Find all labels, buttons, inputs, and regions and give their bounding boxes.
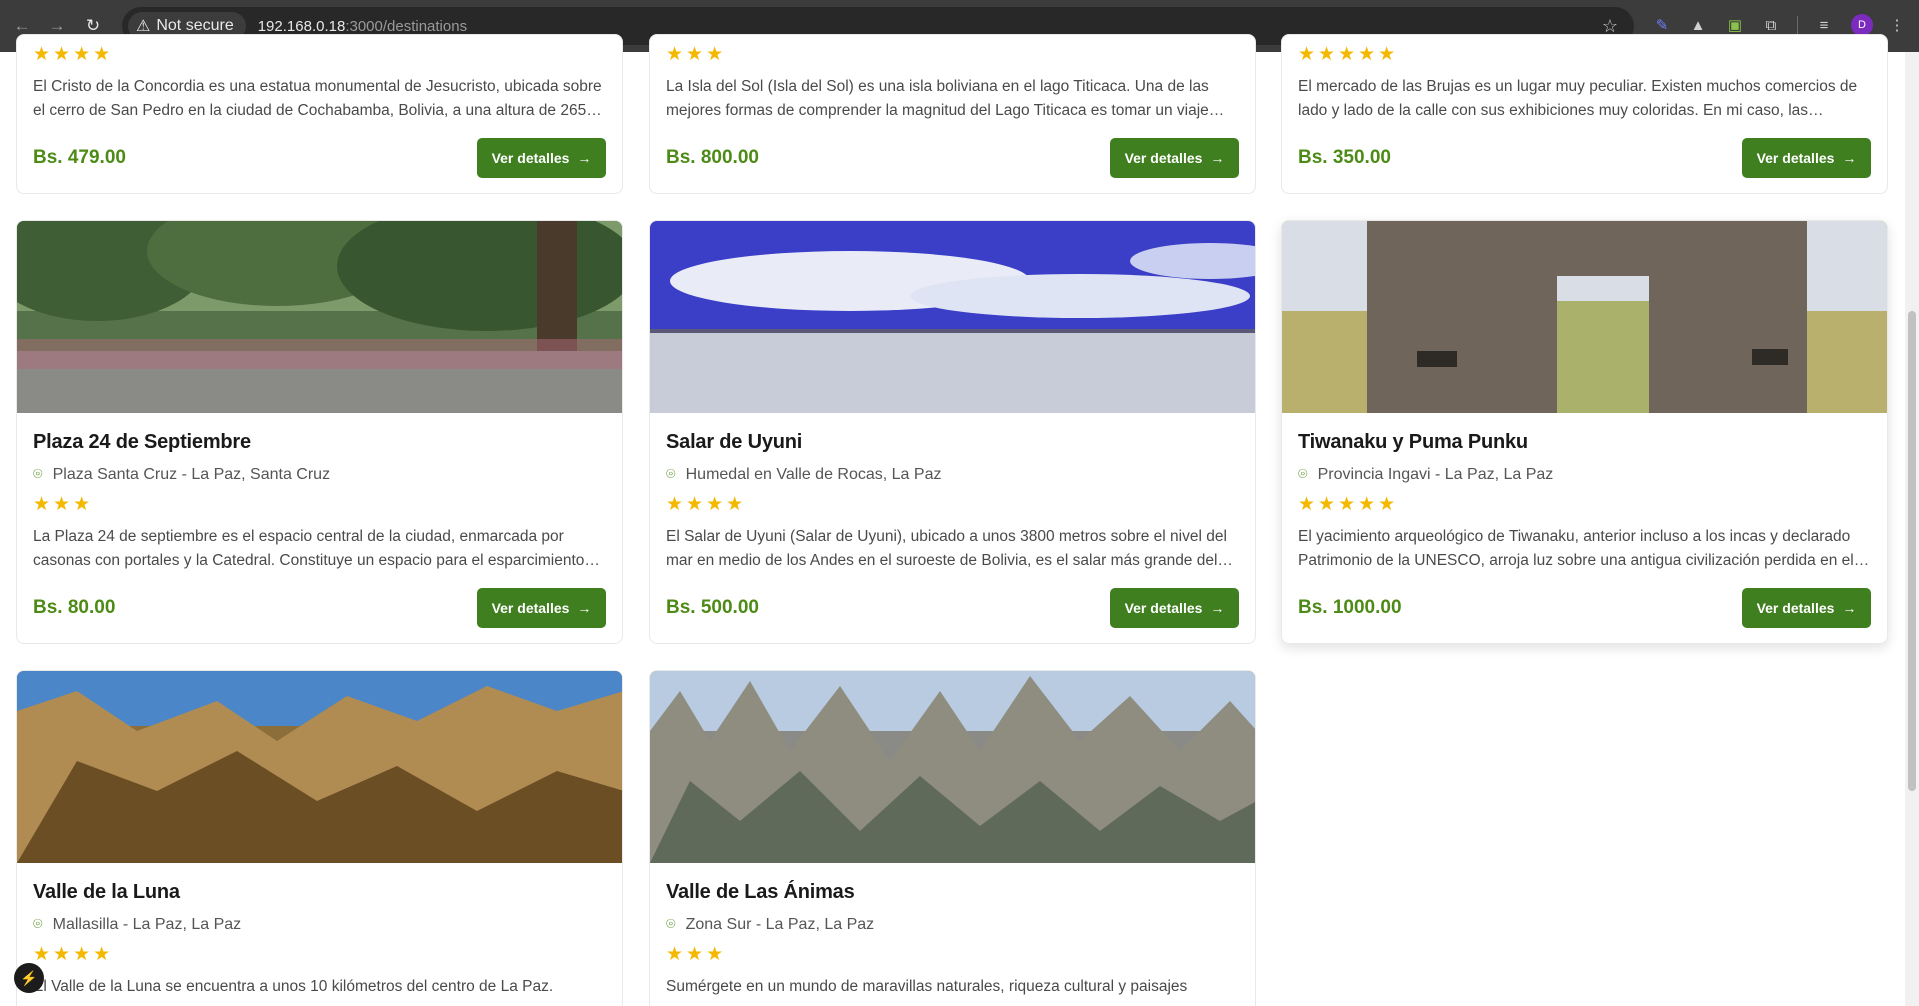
details-button[interactable]: Ver detalles →: [1742, 138, 1871, 178]
toolbar-divider: [1797, 16, 1798, 36]
destination-card-isla-del-sol: ★★★ La Isla del Sol (Isla del Sol) es un…: [649, 34, 1256, 194]
card-description: La Isla del Sol (Isla del Sol) es una is…: [666, 78, 1225, 119]
extension-image-icon[interactable]: ▣: [1724, 14, 1746, 36]
details-button[interactable]: Ver detalles →: [1110, 138, 1239, 178]
lightning-fab-icon[interactable]: ⚡: [14, 963, 44, 993]
reading-list-icon[interactable]: ≡: [1813, 14, 1835, 36]
card-description: El yacimiento arqueológico de Tiwanaku, …: [1298, 528, 1870, 569]
details-button[interactable]: Ver detalles →: [1110, 588, 1239, 628]
destination-card-valle-luna: Valle de la Luna ⌾ Mallasilla - La Paz, L…: [16, 670, 623, 1006]
card-location: ⌾ Mallasilla - La Paz, La Paz: [33, 916, 242, 933]
card-location: ⌾ Zona Sur - La Paz, La Paz: [666, 916, 875, 933]
map-pin-icon: ⌾: [666, 916, 676, 933]
warning-icon: ⚠: [136, 18, 151, 35]
scrollbar-thumb[interactable]: [1908, 311, 1916, 791]
card-location: ⌾ Provincia Ingavi - La Paz, La Paz: [1298, 466, 1554, 483]
rating-stars: ★★★: [33, 494, 94, 515]
valle-animas-image[interactable]: [650, 671, 1256, 863]
page-scrollbar[interactable]: [1905, 52, 1919, 1006]
tiwanaku-image[interactable]: [1282, 221, 1888, 413]
arrow-right-icon: →: [1842, 600, 1857, 616]
destination-card-cristo: ★★★★ El Cristo de la Concordia es una es…: [16, 34, 623, 194]
arrow-right-icon: →: [1210, 600, 1225, 616]
menu-kebab-icon[interactable]: ⋮: [1886, 14, 1908, 36]
extensions-puzzle-icon[interactable]: ⧉: [1760, 14, 1782, 36]
card-description: El Salar de Uyuni (Salar de Uyuni), ubic…: [666, 528, 1233, 569]
arrow-right-icon: →: [1842, 150, 1857, 166]
card-location: ⌾ Plaza Santa Cruz - La Paz, Santa Cruz: [33, 466, 331, 483]
destination-card-salar-uyuni: Salar de Uyuni ⌾ Humedal en Valle de Roca…: [649, 220, 1256, 644]
card-title: Tiwanaku y Puma Punku: [1298, 431, 1528, 453]
rating-stars: ★★★★★: [1298, 494, 1399, 515]
extension-hat-icon[interactable]: ▲: [1687, 14, 1709, 36]
rating-stars: ★★★: [666, 944, 727, 965]
arrow-right-icon: →: [577, 600, 592, 616]
card-title: Plaza 24 de Septiembre: [33, 431, 251, 453]
card-price: Bs. 80.00: [33, 597, 116, 618]
rating-stars: ★★★★: [666, 494, 747, 515]
rating-stars: ★★★★: [33, 944, 114, 965]
card-description: El Valle de la Luna se encuentra a unos …: [33, 978, 554, 995]
card-description: El Cristo de la Concordia es una estatua…: [33, 78, 602, 119]
card-description: La Plaza 24 de septiembre es el espacio …: [33, 528, 600, 569]
card-price: Bs. 800.00: [666, 147, 759, 168]
url-text: 192.168.0.18:3000/destinations: [257, 17, 468, 35]
map-pin-icon: ⌾: [1298, 466, 1308, 483]
arrow-right-icon: →: [577, 150, 592, 166]
destination-card-mercado-brujas: ★★★★★ El mercado de las Brujas es un lug…: [1281, 34, 1888, 194]
rating-stars: ★★★: [666, 44, 727, 65]
destination-card-tiwanaku: Tiwanaku y Puma Punku ⌾ Provincia Ingavi …: [1281, 220, 1888, 644]
arrow-right-icon: →: [1210, 150, 1225, 166]
details-button[interactable]: Ver detalles →: [1742, 588, 1871, 628]
valle-luna-image[interactable]: [17, 671, 623, 863]
profile-avatar[interactable]: D: [1851, 14, 1873, 36]
extension-pen-icon[interactable]: ✎: [1651, 14, 1673, 36]
destination-card-valle-animas: Valle de Las Ánimas ⌾ Zona Sur - La Paz, …: [649, 670, 1256, 1006]
card-description: Sumérgete en un mundo de maravillas natu…: [666, 978, 1188, 995]
card-price: Bs. 479.00: [33, 147, 126, 168]
card-price: Bs. 500.00: [666, 597, 759, 618]
map-pin-icon: ⌾: [666, 466, 676, 483]
card-location: ⌾ Humedal en Valle de Rocas, La Paz: [666, 466, 942, 483]
card-price: Bs. 1000.00: [1298, 597, 1402, 618]
card-title: Valle de Las Ánimas: [666, 881, 855, 903]
card-price: Bs. 350.00: [1298, 147, 1391, 168]
map-pin-icon: ⌾: [33, 916, 43, 933]
map-pin-icon: ⌾: [33, 466, 43, 483]
details-button[interactable]: Ver detalles →: [477, 138, 606, 178]
card-description: El mercado de las Brujas es un lugar muy…: [1298, 78, 1858, 119]
details-button[interactable]: Ver detalles →: [477, 588, 606, 628]
destination-card-plaza-24: Plaza 24 de Septiembre ⌾ Plaza Santa Cruz…: [16, 220, 623, 644]
salar-image[interactable]: [650, 221, 1256, 413]
rating-stars: ★★★★: [33, 44, 114, 65]
rating-stars: ★★★★★: [1298, 44, 1399, 65]
plaza-image[interactable]: [17, 221, 623, 413]
card-title: Valle de la Luna: [33, 881, 180, 903]
card-title: Salar de Uyuni: [666, 431, 803, 453]
